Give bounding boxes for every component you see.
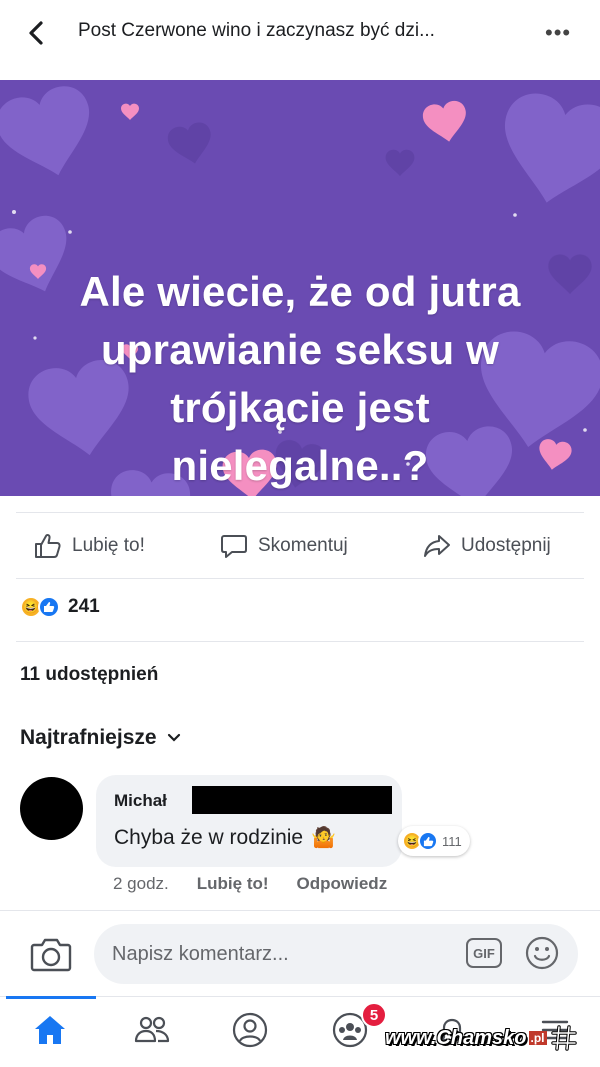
comment-time: 2 godz. — [113, 874, 169, 893]
post-text-line: nielegalne..? — [171, 442, 429, 489]
comment-meta: 2 godz. Lubię to! Odpowiedz — [113, 874, 387, 894]
comment-input[interactable] — [94, 924, 578, 984]
comment-author[interactable]: Michał — [114, 791, 167, 811]
comment-label: Skomentuj — [258, 535, 348, 556]
watermark: www.Chamsko .pl — [385, 1023, 579, 1053]
thumbs-up-icon — [35, 533, 61, 558]
reaction-count: 241 — [68, 596, 100, 617]
comment-reactions[interactable]: 😆 111 — [398, 826, 470, 856]
shares-count[interactable]: 11 udostępnień — [20, 664, 158, 686]
comment-text: Chyba że w rodzinie — [114, 825, 304, 849]
chevron-down-icon — [167, 733, 180, 742]
reactions-summary[interactable]: 😆 241 — [20, 596, 100, 618]
divider — [16, 578, 584, 579]
comment-reaction-count: 111 — [442, 833, 462, 849]
share-arrow-icon — [424, 535, 450, 557]
divider — [16, 512, 584, 513]
comment-reply-button[interactable]: Odpowiedz — [297, 874, 388, 894]
active-tab-indicator — [6, 996, 96, 999]
camera-icon[interactable] — [30, 935, 72, 973]
post-image-text: Ale wiecie, że od jutra uprawianie seksu… — [30, 263, 570, 495]
friends-icon[interactable] — [132, 1010, 172, 1050]
watermark-text: www.Chamsko — [385, 1026, 527, 1049]
sort-label: Najtrafniejsze — [20, 726, 157, 749]
like-label: Lubię to! — [72, 535, 145, 556]
profile-icon[interactable] — [230, 1010, 270, 1050]
like-button[interactable]: Lubię to! — [34, 533, 145, 559]
post-text-line: Ale wiecie, że od jutra — [79, 268, 521, 315]
comment-icon — [221, 535, 247, 558]
emoji-icon[interactable] — [524, 935, 560, 971]
comment-button[interactable]: Skomentuj — [220, 533, 348, 559]
back-arrow-icon[interactable] — [22, 18, 52, 48]
comment-text-row: Chyba że w rodzinie 🤷 — [114, 825, 336, 850]
like-reaction-icon — [418, 831, 438, 851]
notification-badge: 5 — [361, 1002, 387, 1028]
top-bar: Post Czerwone wino i zaczynasz być dzi..… — [0, 0, 600, 66]
more-options-icon[interactable]: ••• — [545, 20, 571, 46]
redacted-name — [192, 786, 392, 814]
page-title: Post Czerwone wino i zaczynasz być dzi..… — [78, 20, 435, 41]
comment-like-button[interactable]: Lubię to! — [197, 874, 269, 894]
share-button[interactable]: Udostępnij — [423, 533, 551, 559]
watermark-tld: .pl — [528, 1031, 547, 1045]
comment-bubble: Michał Chyba że w rodzinie 🤷 — [96, 775, 402, 867]
post-actions: Lubię to! Skomentuj Udostępnij — [0, 525, 600, 569]
gif-button[interactable]: GIF — [466, 938, 502, 968]
comment-sort-dropdown[interactable]: Najtrafniejsze — [20, 726, 181, 750]
avatar[interactable] — [20, 777, 83, 840]
chamsko-logo-icon — [550, 1025, 577, 1051]
like-reaction-icon — [38, 596, 60, 618]
divider — [0, 910, 600, 911]
post-text-line: uprawianie seksu w — [100, 326, 500, 373]
divider — [16, 641, 584, 642]
post-text-line: trójkącie jest — [170, 384, 430, 431]
post-image[interactable]: Ale wiecie, że od jutra uprawianie seksu… — [0, 80, 600, 496]
home-icon[interactable] — [30, 1010, 70, 1050]
share-label: Udostępnij — [461, 535, 551, 556]
shrugging-emoji-icon: 🤷 — [311, 827, 336, 849]
